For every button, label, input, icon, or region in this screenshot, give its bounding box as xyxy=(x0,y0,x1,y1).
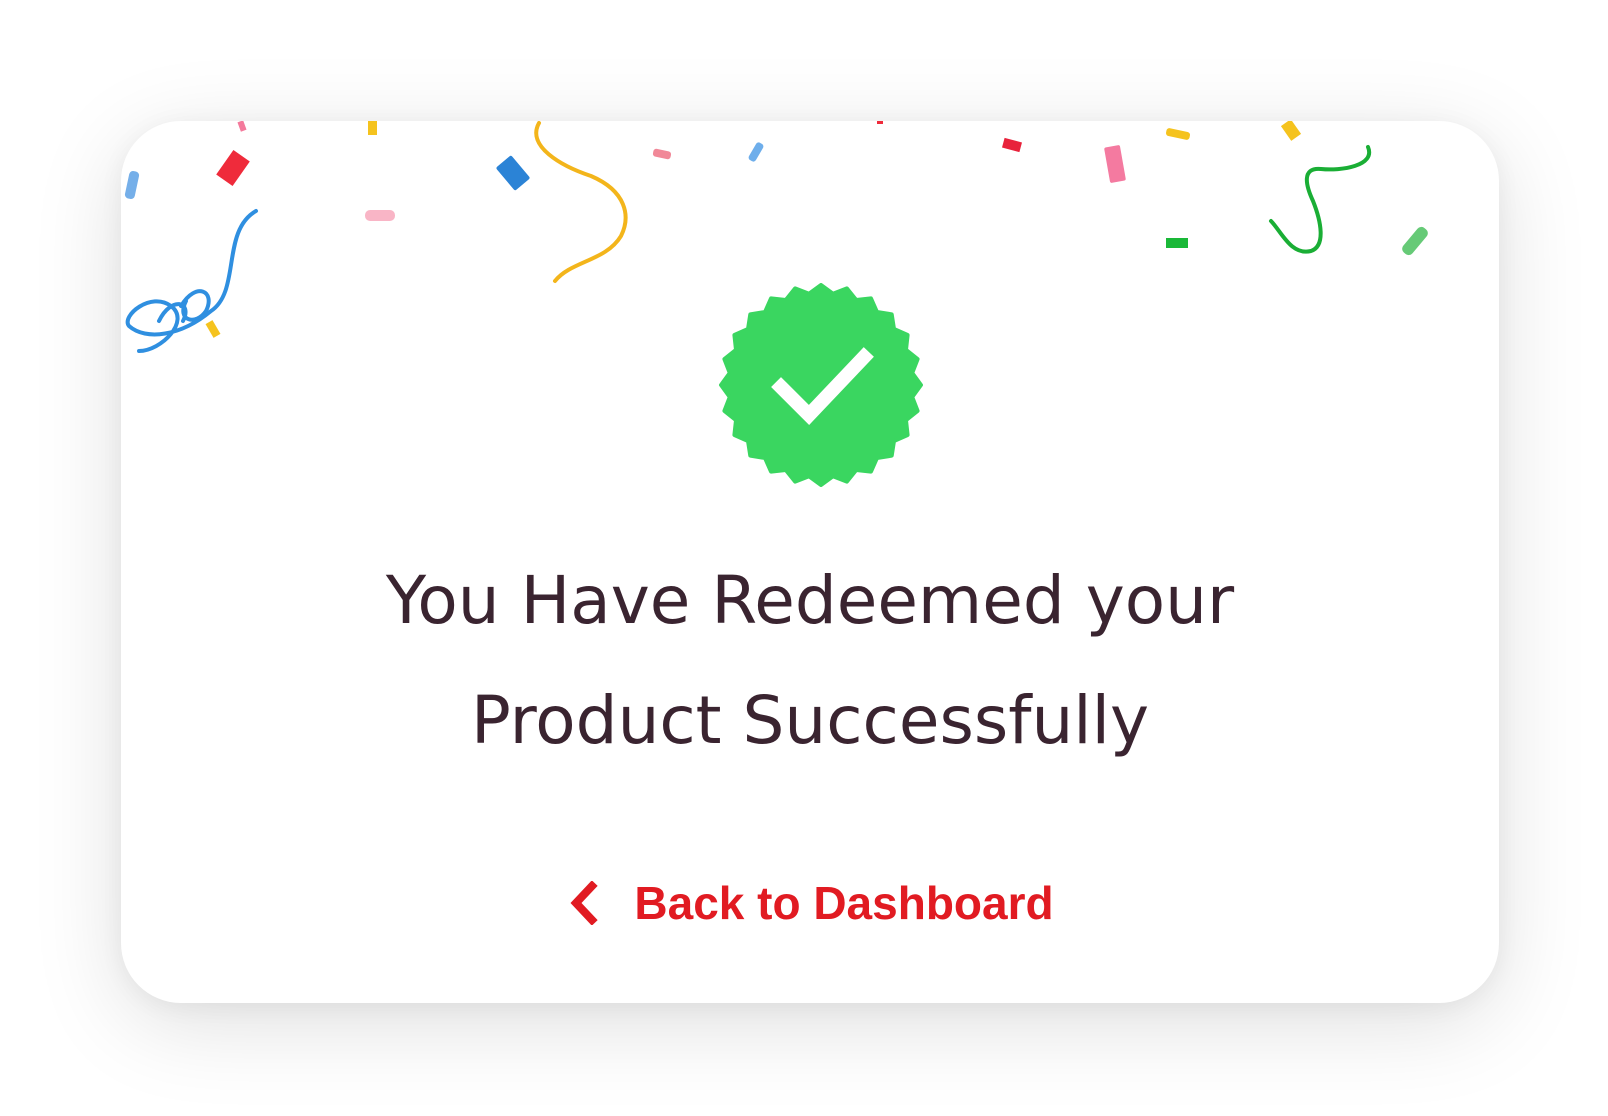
confetti-piece xyxy=(1165,128,1191,140)
confetti-piece xyxy=(1402,226,1428,256)
success-message: You Have Redeemed your Product Successfu… xyxy=(221,541,1399,781)
confetti-piece xyxy=(365,210,395,221)
confetti-piece xyxy=(1166,238,1188,248)
confetti-piece xyxy=(216,149,250,187)
confetti-piece xyxy=(877,121,883,124)
streamer xyxy=(534,121,628,283)
confetti-piece xyxy=(652,148,672,160)
confetti-piece xyxy=(205,320,221,338)
confetti-piece xyxy=(748,142,764,162)
confetti-piece xyxy=(1280,121,1302,141)
back-to-dashboard-label: Back to Dashboard xyxy=(634,877,1054,929)
confetti-piece xyxy=(368,121,377,135)
confetti-piece xyxy=(124,171,140,199)
back-to-dashboard-link[interactable]: Back to Dashboard xyxy=(121,873,1499,933)
chevron-left-icon xyxy=(570,881,599,925)
page-background: You Have Redeemed your Product Successfu… xyxy=(0,0,1608,1116)
confetti-piece xyxy=(1002,137,1022,153)
success-message-line-2: Product Successfully xyxy=(470,682,1150,759)
confetti-piece xyxy=(496,155,530,191)
verified-check-badge-icon xyxy=(719,283,923,487)
streamer xyxy=(1269,145,1372,254)
success-dialog: You Have Redeemed your Product Successfu… xyxy=(121,121,1499,1003)
confetti-piece xyxy=(1104,145,1126,183)
badge-shape xyxy=(719,283,923,487)
streamer xyxy=(125,209,258,353)
success-message-line-1: You Have Redeemed your xyxy=(385,562,1235,639)
confetti-piece xyxy=(237,121,247,132)
